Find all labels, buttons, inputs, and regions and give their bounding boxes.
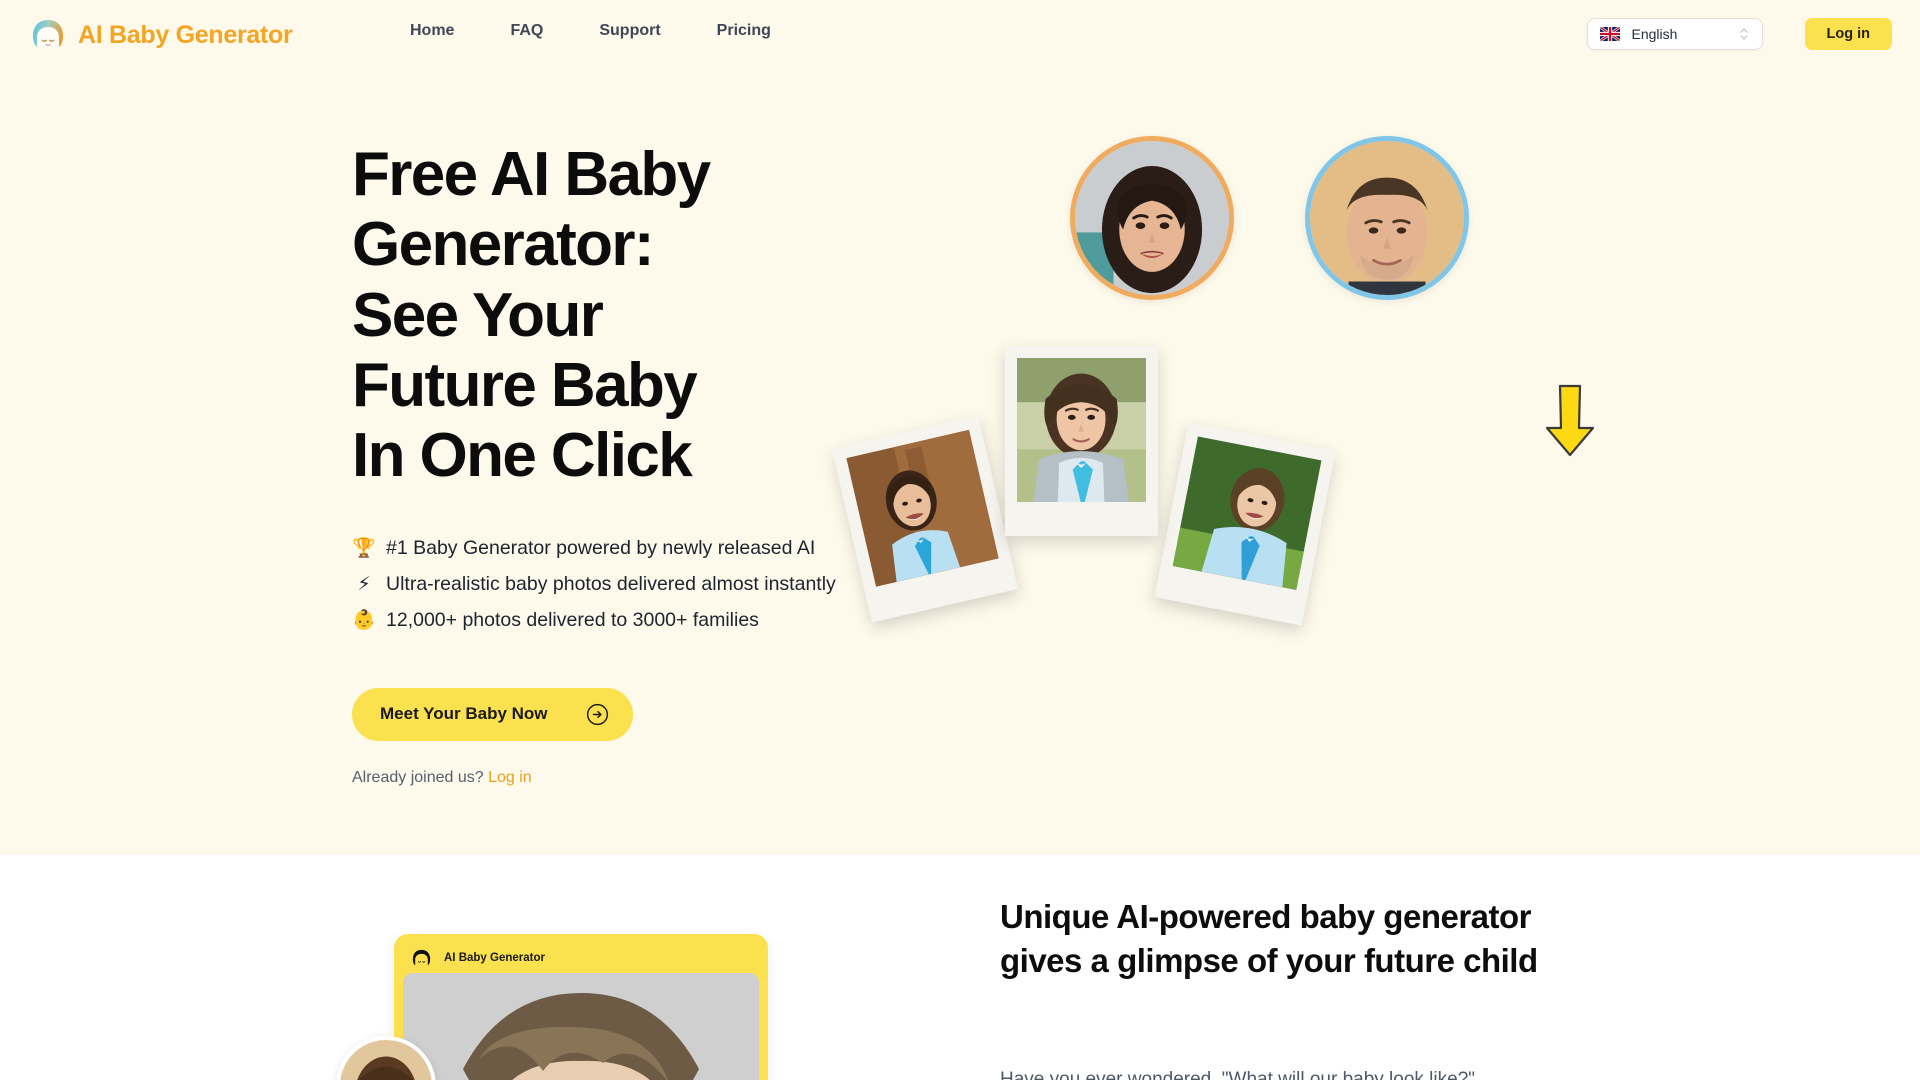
father-photo-avatar [1305,136,1469,300]
section-unique-generator: Unique AI-powered baby generator gives a… [0,855,1920,1080]
chevron-up-down-icon [1738,25,1750,43]
baby-icon: 👶 [352,608,376,631]
main-nav: Home FAQ Support Pricing [410,22,771,40]
benefit-item: 🏆 #1 Baby Generator powered by newly rel… [352,530,912,566]
meet-your-baby-now-button[interactable]: Meet Your Baby Now [352,687,633,741]
nav-item-faq[interactable]: FAQ [510,22,543,40]
nav-item-support[interactable]: Support [599,22,660,40]
benefit-item: ⚡ Ultra-realistic baby photos delivered … [352,566,912,602]
hero-title: Free AI Baby Generator: See Your Future … [352,140,711,491]
baby-photo-center [1005,346,1158,536]
nav-item-home[interactable]: Home [410,22,454,40]
hero-content: Free AI Baby Generator: See Your Future … [352,140,912,787]
trophy-icon: 🏆 [352,536,376,559]
site-header: AI Baby Generator Home FAQ Support Prici… [0,0,1920,68]
app-mockup-card: AI Baby Generator [394,934,768,1080]
baby-face-logo-icon [410,947,433,970]
language-selected-label: English [1631,26,1678,42]
login-link[interactable]: Log in [488,769,532,786]
language-selector[interactable]: English [1586,18,1763,50]
brand-logo-link[interactable]: AI Baby Generator [28,14,293,56]
nav-item-pricing[interactable]: Pricing [717,22,771,40]
mockup-child-photo [403,973,759,1080]
benefit-text: 12,000+ photos delivered to 3000+ famili… [386,608,759,631]
already-joined-label: Already joined us? [352,768,484,786]
brand-name: AI Baby Generator [78,20,293,49]
login-button[interactable]: Log in [1804,18,1892,50]
section2-paragraph: Have you ever wondered, "What will our b… [1000,1069,1475,1080]
baby-face-logo-icon [28,15,68,55]
header-actions: English Log in [1586,18,1892,50]
down-arrow-icon [1260,255,1595,457]
page-root: AI Baby Generator Home FAQ Support Prici… [0,0,1920,1080]
benefit-item: 👶 12,000+ photos delivered to 3000+ fami… [352,602,912,638]
lightning-icon: ⚡ [357,572,371,595]
uk-flag-icon [1599,27,1620,41]
section2-heading: Unique AI-powered baby generator gives a… [1000,898,1538,979]
hero-benefit-list: 🏆 #1 Baby Generator powered by newly rel… [352,530,912,638]
hero-collage [831,130,1595,790]
benefit-text: #1 Baby Generator powered by newly relea… [386,536,816,559]
arrow-right-circle-icon [586,703,609,726]
mother-photo-avatar [1070,136,1234,300]
mockup-app-name: AI Baby Generator [444,952,545,964]
cta-label: Meet Your Baby Now [380,704,548,724]
baby-photo-right [1154,422,1336,626]
already-joined-row: Already joined us? Log in [352,769,912,787]
mockup-app-bar: AI Baby Generator [403,943,759,973]
benefit-text: Ultra-realistic baby photos delivered al… [386,572,836,595]
